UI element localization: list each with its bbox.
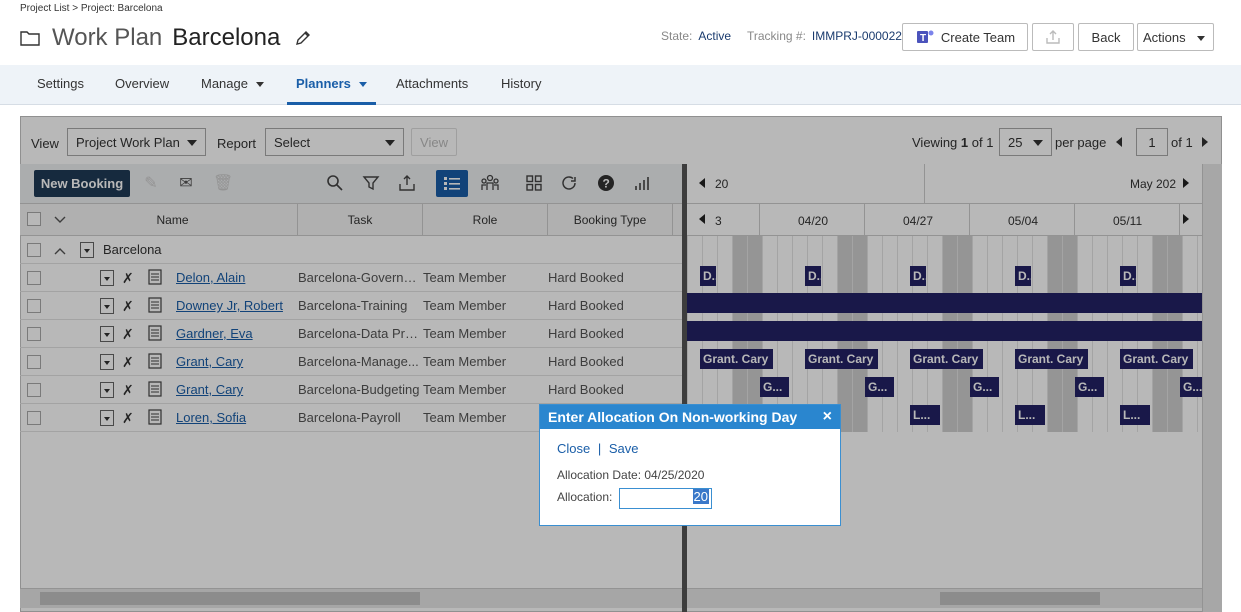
tracking-display: Tracking #: IMMPRJ-000022 <box>747 29 902 43</box>
tab-attachments[interactable]: Attachments <box>396 65 468 105</box>
state-display: State: Active <box>661 29 732 43</box>
chevron-down-icon <box>1197 36 1205 41</box>
caret-down-icon <box>358 82 367 88</box>
close-icon[interactable]: × <box>823 405 832 429</box>
actions-dropdown[interactable]: Actions <box>1137 23 1214 51</box>
share-icon <box>1046 30 1060 44</box>
tab-manage[interactable]: Manage <box>201 65 264 105</box>
tab-bar: Settings Overview Manage Planners Attach… <box>0 65 1241 105</box>
tab-overview[interactable]: Overview <box>115 65 169 105</box>
caret-down-icon <box>255 82 264 88</box>
tab-history[interactable]: History <box>501 65 541 105</box>
svg-text:T: T <box>920 33 926 44</box>
folder-icon <box>20 31 40 46</box>
breadcrumb[interactable]: Project List > Project: Barcelona <box>20 3 163 14</box>
page-title: Work Plan <box>52 24 163 51</box>
dialog-close-link[interactable]: Close <box>557 441 590 456</box>
dialog-title: Enter Allocation On Non-working Day <box>540 405 840 429</box>
dialog-save-link[interactable]: Save <box>609 441 639 456</box>
back-button[interactable]: Back <box>1078 23 1134 51</box>
teams-icon: T <box>916 30 934 44</box>
allocation-input[interactable]: 20 <box>619 488 712 509</box>
modal-overlay <box>20 116 1222 612</box>
tab-planners[interactable]: Planners <box>287 65 376 105</box>
allocation-label: Allocation: <box>557 490 613 504</box>
state-value: Active <box>698 29 732 43</box>
tab-settings[interactable]: Settings <box>37 65 84 105</box>
export-button[interactable] <box>1032 23 1074 51</box>
allocation-date: Allocation Date: 04/25/2020 <box>557 468 705 482</box>
edit-pencil-icon[interactable] <box>294 29 312 47</box>
tracking-value: IMMPRJ-000022 <box>811 29 902 43</box>
create-team-button[interactable]: T Create Team <box>902 23 1028 51</box>
link-separator: | <box>597 441 602 456</box>
allocation-dialog: Enter Allocation On Non-working Day × Cl… <box>539 404 841 526</box>
page-title-row: Work Plan Barcelona <box>20 22 312 54</box>
project-name: Barcelona <box>172 24 281 51</box>
